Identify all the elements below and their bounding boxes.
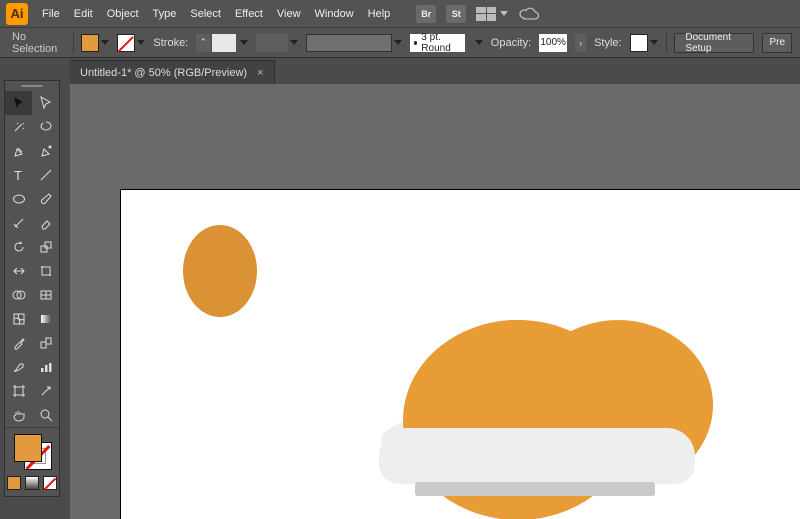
rotate-tool[interactable] <box>5 235 32 259</box>
document-tab[interactable]: Untitled-1* @ 50% (RGB/Preview) × <box>70 60 275 84</box>
separator <box>666 33 667 53</box>
stroke-weight-input[interactable]: ⌃ <box>196 34 248 52</box>
artboard[interactable] <box>120 189 800 519</box>
line-tool[interactable] <box>32 163 59 187</box>
shape-builder-tool[interactable] <box>5 283 32 307</box>
close-icon[interactable]: × <box>257 67 263 79</box>
scale-tool[interactable] <box>32 235 59 259</box>
chevron-down-icon <box>650 40 658 45</box>
hand-tool[interactable] <box>5 403 32 427</box>
chevron-down-icon <box>290 40 298 45</box>
opacity-input[interactable]: 100% <box>539 34 567 52</box>
menu-window[interactable]: Window <box>315 8 354 20</box>
ellipse-tool[interactable] <box>5 187 32 211</box>
slice-tool[interactable] <box>32 379 59 403</box>
style-dropdown[interactable] <box>630 34 658 52</box>
color-mode-row <box>5 472 59 496</box>
gradient-tool[interactable] <box>32 307 59 331</box>
menu-help[interactable]: Help <box>368 8 391 20</box>
menu-effect[interactable]: Effect <box>235 8 263 20</box>
brush-name: 3 pt. Round <box>421 32 460 54</box>
fill-swatch[interactable] <box>81 34 109 52</box>
stepper-up-icon[interactable]: ⌃ <box>196 34 210 52</box>
perspective-grid-tool[interactable] <box>32 283 59 307</box>
shaper-tool[interactable] <box>5 211 32 235</box>
profile-dropdown[interactable] <box>256 34 298 52</box>
document-tab-title: Untitled-1* @ 50% (RGB/Preview) <box>80 67 247 79</box>
app-logo: Ai <box>6 3 28 25</box>
curvature-tool[interactable] <box>32 139 59 163</box>
type-tool[interactable]: T <box>5 163 32 187</box>
brush-preview[interactable] <box>306 34 402 52</box>
chevron-down-icon <box>500 11 508 16</box>
work-area[interactable] <box>70 84 800 519</box>
style-label: Style: <box>594 37 622 49</box>
artwork-stand[interactable] <box>415 482 655 496</box>
artboard-tool[interactable] <box>5 379 32 403</box>
menu-edit[interactable]: Edit <box>74 8 93 20</box>
menubar: Ai File Edit Object Type Select Effect V… <box>0 0 800 28</box>
separator <box>73 33 74 53</box>
symbol-sprayer-tool[interactable] <box>5 355 32 379</box>
svg-text:T: T <box>14 168 22 182</box>
selection-tool[interactable] <box>5 91 32 115</box>
artwork-plate-front[interactable] <box>379 428 695 484</box>
fill-color-icon <box>81 34 99 52</box>
selection-state: No Selection <box>8 31 65 55</box>
magic-wand-tool[interactable] <box>5 115 32 139</box>
color-mode-none[interactable] <box>43 476 57 490</box>
artwork-ellipse-small[interactable] <box>183 225 257 317</box>
document-setup-button[interactable]: Document Setup <box>674 33 754 53</box>
zoom-tool[interactable] <box>32 403 59 427</box>
layout-icon <box>476 7 496 21</box>
column-graph-tool[interactable] <box>32 355 59 379</box>
stock-button[interactable]: St <box>446 5 466 23</box>
menu-select[interactable]: Select <box>190 8 221 20</box>
menu-type[interactable]: Type <box>153 8 177 20</box>
panel-grip[interactable] <box>5 81 59 91</box>
chevron-down-icon <box>240 40 248 45</box>
chevron-down-icon <box>137 40 145 45</box>
eyedropper-tool[interactable] <box>5 331 32 355</box>
chevron-down-icon <box>101 40 109 45</box>
lasso-tool[interactable] <box>32 115 59 139</box>
brush-definition[interactable]: 3 pt. Round <box>410 34 465 52</box>
width-tool[interactable] <box>5 259 32 283</box>
control-bar: No Selection Stroke: ⌃ 3 pt. Round Opaci… <box>0 28 800 58</box>
paintbrush-tool[interactable] <box>32 187 59 211</box>
menu-file[interactable]: File <box>42 8 60 20</box>
free-transform-tool[interactable] <box>32 259 59 283</box>
fill-stroke-indicator[interactable] <box>5 428 59 472</box>
document-tab-strip: Untitled-1* @ 50% (RGB/Preview) × <box>70 60 275 84</box>
preferences-button[interactable]: Pre <box>762 33 792 53</box>
stroke-label: Stroke: <box>153 37 188 49</box>
stroke-weight-value[interactable] <box>212 34 236 52</box>
chevron-down-icon <box>475 40 483 45</box>
sync-icon[interactable] <box>518 7 540 21</box>
blend-tool[interactable] <box>32 331 59 355</box>
bullet-icon <box>414 41 417 45</box>
mesh-tool[interactable] <box>5 307 32 331</box>
menu-object[interactable]: Object <box>107 8 139 20</box>
stroke-color-icon <box>117 34 135 52</box>
direct-selection-tool[interactable] <box>32 91 59 115</box>
color-mode-solid[interactable] <box>7 476 21 490</box>
bridge-button[interactable]: Br <box>416 5 436 23</box>
fill-indicator[interactable] <box>14 434 42 462</box>
workspace-switcher[interactable] <box>476 7 508 21</box>
color-mode-gradient[interactable] <box>25 476 39 490</box>
stroke-swatch[interactable] <box>117 34 145 52</box>
pen-tool[interactable] <box>5 139 32 163</box>
style-swatch-icon <box>630 34 648 52</box>
menu-view[interactable]: View <box>277 8 301 20</box>
opacity-label: Opacity: <box>491 37 531 49</box>
toolbox: T <box>4 80 60 497</box>
eraser-tool[interactable] <box>32 211 59 235</box>
brush-preview-swatch <box>306 34 392 52</box>
opacity-more-button[interactable]: › <box>575 34 586 52</box>
chevron-down-icon <box>394 40 402 45</box>
